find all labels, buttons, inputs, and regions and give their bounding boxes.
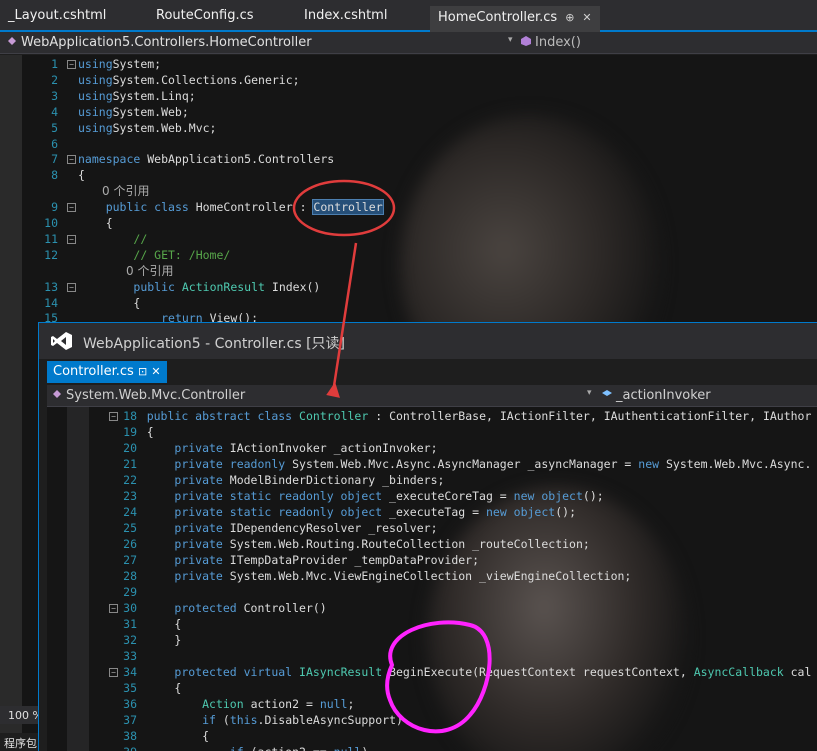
annotation-layer: [292, 179, 492, 734]
red-circle-annotation: [292, 179, 396, 237]
red-arrow-annotation: [332, 242, 358, 387]
magenta-circle-annotation: [385, 620, 492, 734]
red-arrowhead: [326, 382, 340, 398]
